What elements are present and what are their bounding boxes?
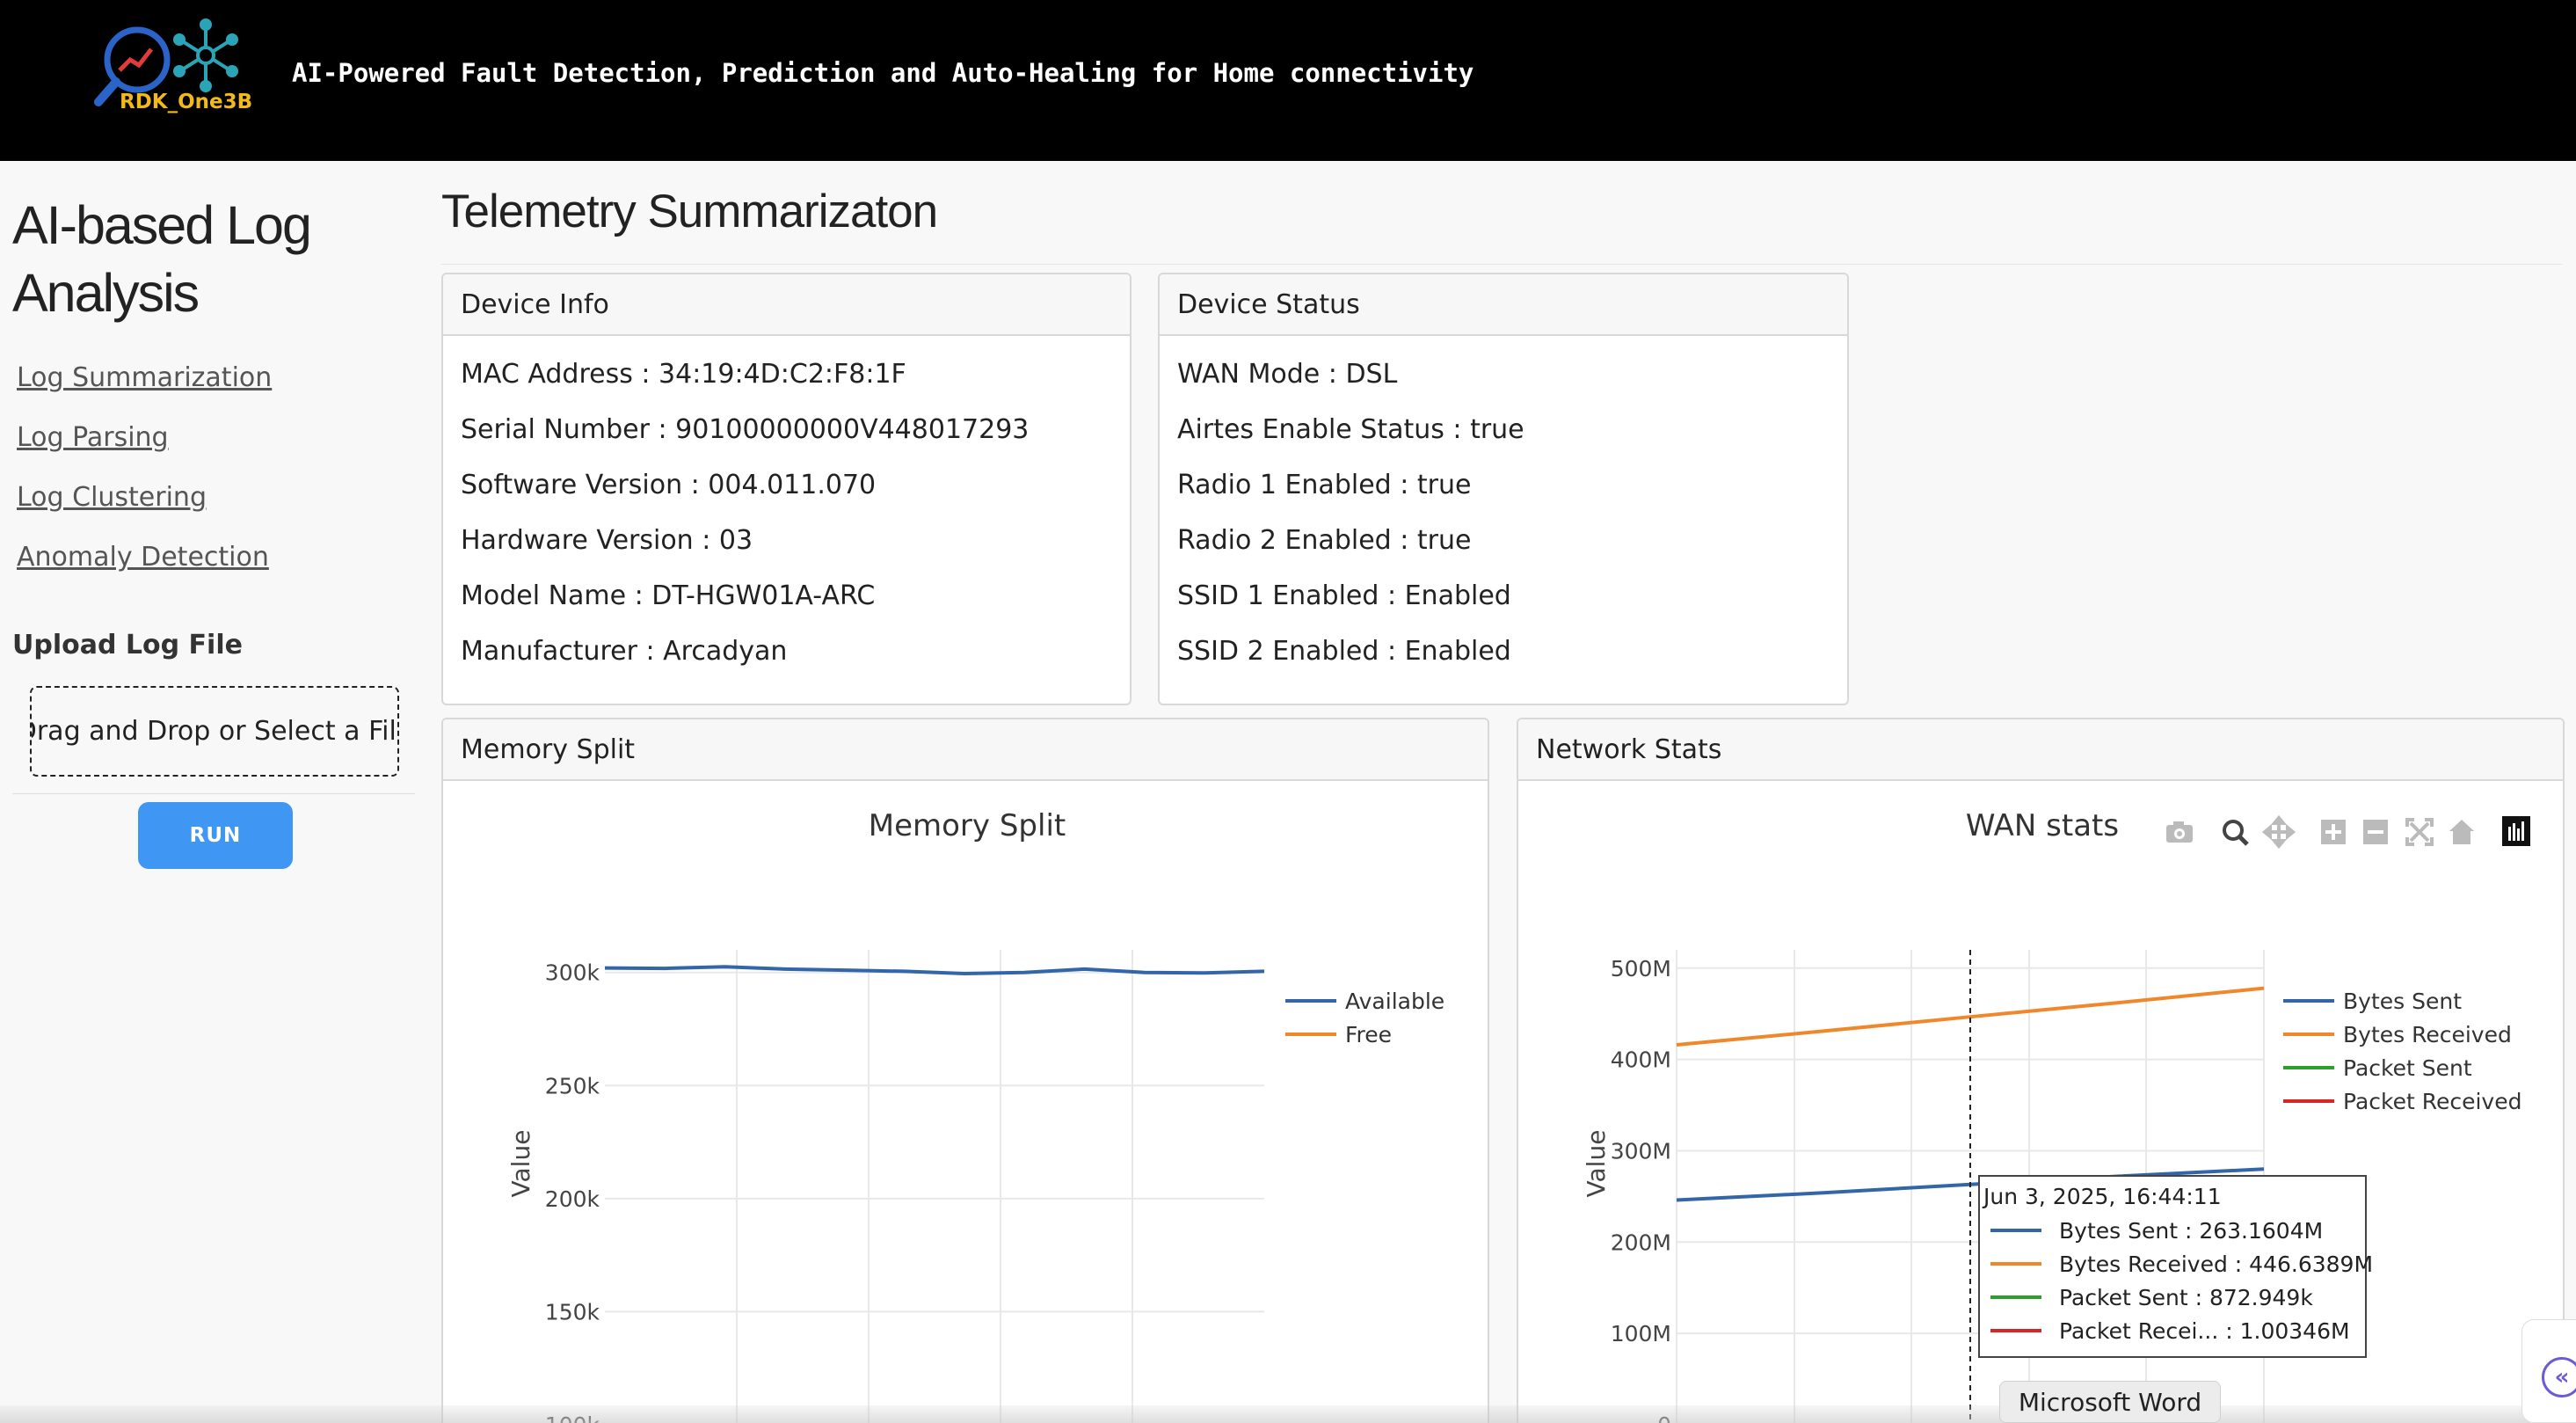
nav-anomaly-detection[interactable]: Anomaly Detection (17, 542, 269, 573)
camera-icon[interactable] (2166, 821, 2193, 843)
hover-tooltip: Jun 3, 2025, 16:44:11 Bytes Sent : 263.1… (1978, 1175, 2373, 1358)
collapse-panel-button[interactable]: « (2521, 1319, 2576, 1423)
y-tick-label: 300k (545, 960, 600, 986)
top-header: RDK_One3B AI-Powered Fault Detection, Pr… (0, 0, 2576, 161)
nav-log-summarization[interactable]: Log Summarization (17, 362, 272, 393)
legend-label: Available (1345, 989, 1444, 1014)
legend-label: Packet Sent (2343, 1055, 2472, 1081)
legend-label: Bytes Received (2343, 1022, 2512, 1047)
tooltip-row: Bytes Received : 446.6389M (1990, 1251, 2373, 1277)
series-swatch (1990, 1229, 2041, 1232)
y-axis-label: Value (506, 1130, 535, 1198)
device-info-row: Software Version : 004.011.070 (461, 470, 877, 500)
device-status-card: Device Status WAN Mode : DSL Airtes Enab… (1158, 273, 1849, 705)
series-swatch (1990, 1329, 2041, 1332)
tooltip-row: Packet Recei... : 1.00346M (1990, 1317, 2350, 1344)
y-tick-label: 250k (545, 1073, 600, 1098)
device-status-row: WAN Mode : DSL (1177, 359, 1398, 390)
y-tick-label: 300M (1611, 1138, 1671, 1164)
tooltip-row-label: Bytes Received : 446.6389M (2059, 1251, 2374, 1277)
card-header: Device Status (1160, 274, 1847, 336)
device-info-row: Hardware Version : 03 (461, 525, 753, 556)
logo-text: RDK_One3B (120, 91, 253, 113)
zoom-in-icon[interactable] (2321, 820, 2346, 844)
y-tick-label: 400M (1611, 1047, 1671, 1073)
taskbar-tooltip: Microsoft Word (1999, 1381, 2221, 1423)
device-status-row: Radio 1 Enabled : true (1177, 470, 1472, 500)
run-button[interactable]: RUN (138, 802, 293, 869)
chart-title: WAN stats (1966, 808, 2119, 843)
app-title: AI-Powered Fault Detection, Prediction a… (292, 58, 1474, 88)
chart-title: Memory Split (869, 808, 1066, 843)
tooltip-row-label: Bytes Sent : 263.1604M (2059, 1217, 2324, 1244)
y-axis-label: Value (1582, 1130, 1611, 1198)
device-status-row: SSID 1 Enabled : Enabled (1177, 580, 1511, 611)
y-tick-label: 200M (1611, 1230, 1671, 1255)
series-line (1676, 986, 2265, 1047)
nav-log-parsing[interactable]: Log Parsing (17, 422, 169, 453)
y-tick-label: 150k (545, 1299, 600, 1324)
device-info-row: Model Name : DT-HGW01A-ARC (461, 580, 876, 611)
legend-label: Free (1345, 1022, 1392, 1047)
zoom-icon[interactable] (2223, 820, 2249, 846)
tooltip-row-label: Packet Recei... : 1.00346M (2059, 1317, 2350, 1344)
sidebar-divider (12, 793, 415, 794)
reset-axes-icon[interactable] (2449, 820, 2474, 844)
sidebar-title: AI-based Log Analysis (12, 195, 312, 323)
y-tick-label: 500M (1611, 956, 1671, 982)
zoom-out-icon[interactable] (2363, 820, 2388, 844)
memory-split-chart[interactable]: Memory Split100k150k200k250k300kValueAva… (445, 783, 1486, 1423)
device-status-row: Radio 2 Enabled : true (1177, 525, 1472, 556)
title-divider (441, 264, 2562, 265)
plotly-logo-icon[interactable] (2502, 816, 2530, 846)
series-swatch (1990, 1262, 2041, 1266)
card-header: Device Info (443, 274, 1130, 336)
autoscale-icon[interactable] (2405, 818, 2434, 846)
device-info-row: Manufacturer : Arcadyan (461, 636, 788, 667)
legend-label: Packet Received (2343, 1089, 2521, 1114)
tooltip-row-label: Packet Sent : 872.949k (2059, 1284, 2313, 1310)
y-tick-label: 200k (545, 1186, 600, 1212)
device-status-row: SSID 2 Enabled : Enabled (1177, 636, 1511, 667)
card-header: Memory Split (443, 719, 1488, 781)
nav-log-clustering[interactable]: Log Clustering (17, 482, 207, 513)
tooltip-title: Jun 3, 2025, 16:44:11 (1983, 1184, 2222, 1209)
card-header: Network Stats (1518, 719, 2563, 781)
upload-label: Upload Log File (12, 630, 243, 660)
tooltip-row: Bytes Sent : 263.1604M (1990, 1217, 2323, 1244)
double-chevron-left-icon: « (2542, 1357, 2576, 1397)
file-dropzone[interactable]: Drag and Drop or Select a File (30, 686, 399, 777)
tooltip-row: Packet Sent : 872.949k (1990, 1284, 2313, 1310)
series-swatch (1990, 1295, 2041, 1299)
legend-label: Bytes Sent (2343, 989, 2462, 1014)
device-info-card: Device Info MAC Address : 34:19:4D:C2:F8… (441, 273, 1132, 705)
device-info-row: Serial Number : 90100000000V448017293 (461, 414, 1030, 445)
chart-modebar (2166, 814, 2530, 850)
device-status-row: Airtes Enable Status : true (1177, 414, 1524, 445)
y-tick-label: 100M (1611, 1321, 1671, 1346)
pan-icon[interactable] (2261, 814, 2296, 850)
page-title: Telemetry Summarizaton (441, 186, 938, 237)
device-info-row: MAC Address : 34:19:4D:C2:F8:1F (461, 359, 906, 390)
